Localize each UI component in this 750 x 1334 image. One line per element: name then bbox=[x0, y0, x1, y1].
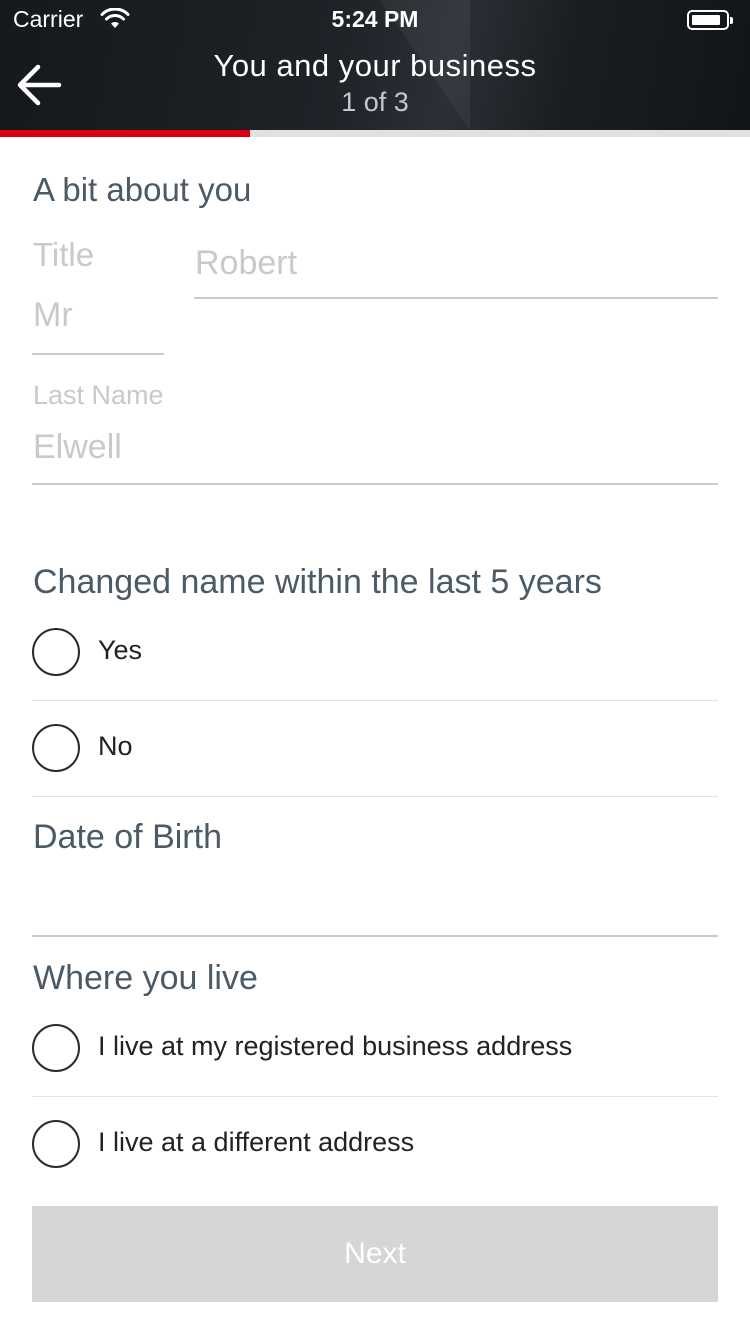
divider bbox=[32, 1096, 718, 1097]
progress-fill bbox=[0, 130, 250, 137]
title-dropdown[interactable]: Mr bbox=[32, 290, 164, 356]
page-title: You and your business bbox=[213, 48, 537, 83]
radio-option-no[interactable]: No bbox=[32, 705, 718, 795]
first-name-underline bbox=[194, 297, 718, 299]
radio-option-business-address[interactable]: I live at my registered business address bbox=[32, 1005, 718, 1095]
title-field-underline bbox=[32, 353, 164, 355]
date-of-birth-label: Date of Birth bbox=[33, 818, 222, 856]
radio-option-yes[interactable]: Yes bbox=[32, 609, 718, 699]
clock: 5:24 PM bbox=[331, 6, 419, 32]
radio-unchecked-icon bbox=[32, 1120, 80, 1168]
radio-label-no: No bbox=[98, 731, 133, 761]
radio-label-yes: Yes bbox=[98, 635, 143, 665]
divider bbox=[32, 700, 718, 701]
last-name-underline bbox=[32, 483, 718, 485]
next-button[interactable]: Next bbox=[32, 1206, 718, 1302]
title-field-value: Mr bbox=[33, 296, 73, 334]
last-name-value: Elwell bbox=[33, 428, 122, 466]
radio-unchecked-icon bbox=[32, 1024, 80, 1072]
date-of-birth-field[interactable]: Date of Birth bbox=[32, 810, 718, 936]
changed-name-question: Changed name within the last 5 years bbox=[33, 563, 602, 601]
radio-option-different-address[interactable]: I live at a different address bbox=[32, 1101, 718, 1191]
title-field-label: Title bbox=[33, 236, 95, 273]
last-name-field[interactable]: Elwell bbox=[32, 420, 718, 484]
last-name-label: Last Name bbox=[33, 380, 164, 410]
battery-icon bbox=[687, 10, 733, 30]
section-title-about: A bit about you bbox=[33, 171, 252, 208]
first-name-value: Robert bbox=[195, 244, 298, 282]
status-bar: Carrier 5:24 PM bbox=[0, 0, 750, 40]
section-title-residence: Where you live bbox=[33, 959, 258, 997]
date-of-birth-underline bbox=[32, 935, 718, 937]
radio-label-business-address: I live at my registered business address bbox=[98, 1031, 573, 1061]
first-name-field[interactable]: Robert bbox=[194, 236, 718, 298]
radio-unchecked-icon bbox=[32, 724, 80, 772]
radio-label-different-address: I live at a different address bbox=[98, 1127, 415, 1157]
radio-unchecked-icon bbox=[32, 628, 80, 676]
step-indicator: 1 of 3 bbox=[341, 87, 409, 117]
divider bbox=[32, 796, 718, 797]
